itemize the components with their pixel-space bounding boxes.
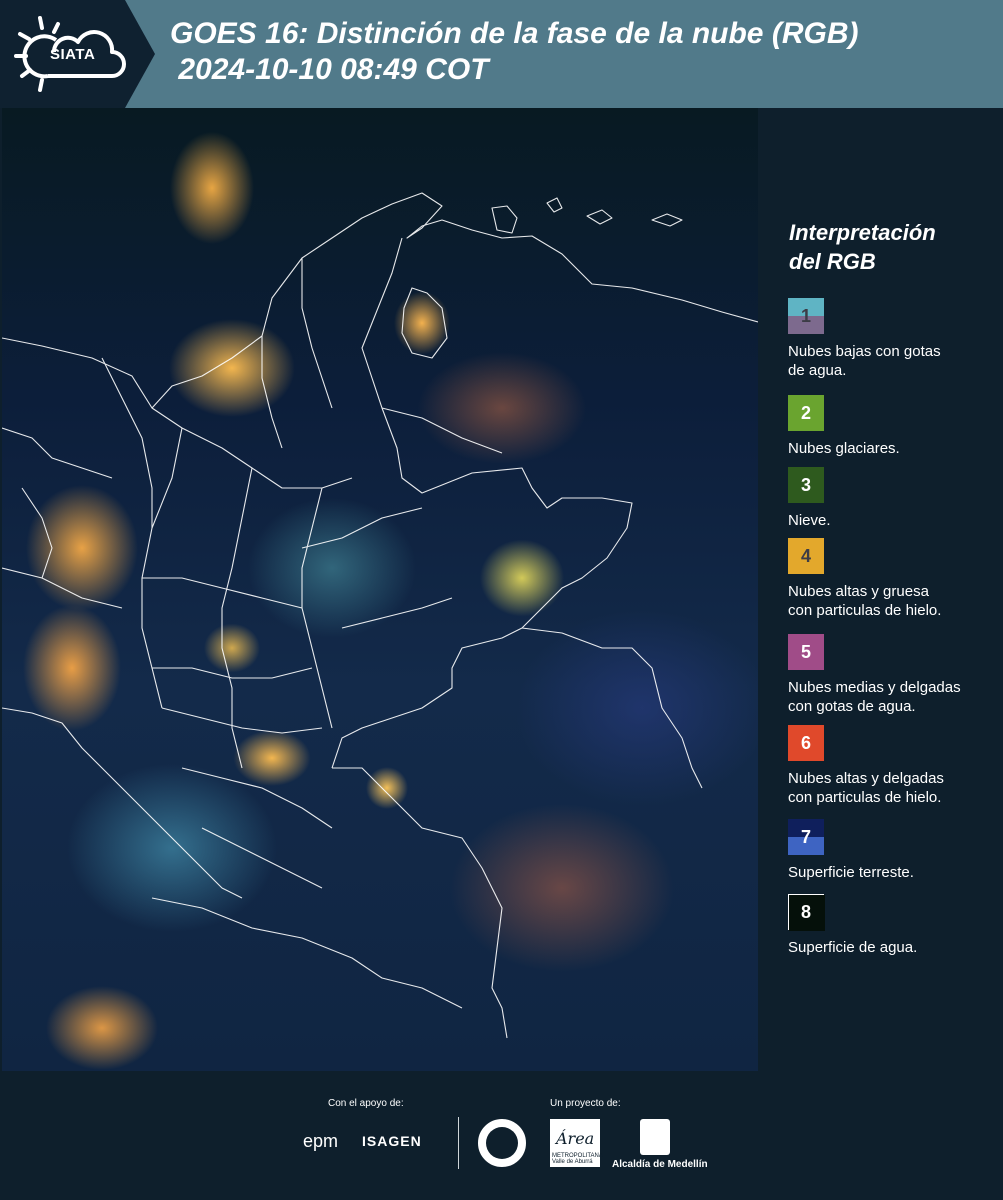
legend-number-3: 3 <box>800 474 811 495</box>
legend-label-1: Nubes bajas con gotas de agua. <box>788 343 941 379</box>
support-label: Con el apoyo de: <box>328 1098 404 1109</box>
legend-label-3: Nieve. <box>788 512 831 529</box>
legend-number-2: 2 <box>800 402 811 423</box>
legend-number-4: 4 <box>800 545 811 566</box>
legend-number-7: 7 <box>800 826 811 847</box>
legend-label-2: Nubes glaciares. <box>788 440 900 457</box>
legend-swatch-6: 6 <box>788 725 824 761</box>
legend-panel: Interpretación del RGB 1 Nubes bajas con… <box>760 108 1003 1071</box>
area-metropolitana-logo: Área METROPOLITANA Valle de Aburrá <box>550 1119 603 1167</box>
legend-swatch-5: 5 <box>788 634 824 670</box>
legend-item-3: 3 Nieve. <box>788 467 1003 530</box>
header-bar: SIATA GOES 16: Distinción de la fase de … <box>0 0 1003 108</box>
legend-swatch-8: 8 <box>788 894 825 931</box>
page-title: GOES 16: Distinción de la fase de la nub… <box>170 17 859 86</box>
legend-item-6: 6 Nubes altas y delgadas con particulas … <box>788 725 1003 807</box>
legend-swatch-1: 1 <box>788 298 824 334</box>
legend-label-4: Nubes altas y gruesa con particulas de h… <box>788 583 942 619</box>
footer-divider <box>458 1117 459 1169</box>
logo-text: SIATA <box>50 46 96 63</box>
legend-swatch-3: 3 <box>788 467 824 503</box>
legend-item-7: 7 Superficie terreste. <box>788 819 1003 882</box>
legend-swatch-7: 7 <box>788 819 824 855</box>
area-logo-subtext: METROPOLITANA Valle de Aburrá <box>552 1153 603 1165</box>
legend-swatch-4: 4 <box>788 538 824 574</box>
alcaldia-label: Alcaldía de Medellín <box>612 1159 708 1170</box>
legend-item-8: 8 Superficie de agua. <box>788 894 1003 957</box>
legend-item-4: 4 Nubes altas y gruesa con particulas de… <box>788 538 1003 620</box>
satellite-map <box>2 108 758 1071</box>
isagen-logo: ISAGEN <box>362 1133 422 1149</box>
legend-item-1: 1 Nubes bajas con gotas de agua. <box>788 298 1003 380</box>
legend-label-5: Nubes medias y delgadas con gotas de agu… <box>788 679 961 715</box>
borders-overlay <box>2 192 758 1039</box>
project-label: Un proyecto de: <box>550 1098 621 1109</box>
legend-swatch-2: 2 <box>788 395 824 431</box>
legend-label-6: Nubes altas y delgadas con particulas de… <box>788 770 944 806</box>
medellin-seal-icon <box>478 1119 526 1167</box>
legend-number-1: 1 <box>800 305 811 326</box>
footer: Con el apoyo de: Un proyecto de: epm ISA… <box>0 1071 1003 1200</box>
legend-number-6: 6 <box>800 732 811 753</box>
alcaldia-shield-icon <box>640 1119 670 1155</box>
legend-item-5: 5 Nubes medias y delgadas con gotas de a… <box>788 634 1003 716</box>
area-logo-text: Área <box>556 1129 595 1148</box>
epm-logo: epm <box>303 1131 339 1151</box>
legend-label-8: Superficie de agua. <box>788 939 918 956</box>
legend-label-7: Superficie terreste. <box>788 864 914 881</box>
legend-number-8: 8 <box>800 901 811 922</box>
legend-number-5: 5 <box>800 641 811 662</box>
legend-item-2: 2 Nubes glaciares. <box>788 395 1003 458</box>
legend-title: Interpretación del RGB <box>789 220 936 274</box>
